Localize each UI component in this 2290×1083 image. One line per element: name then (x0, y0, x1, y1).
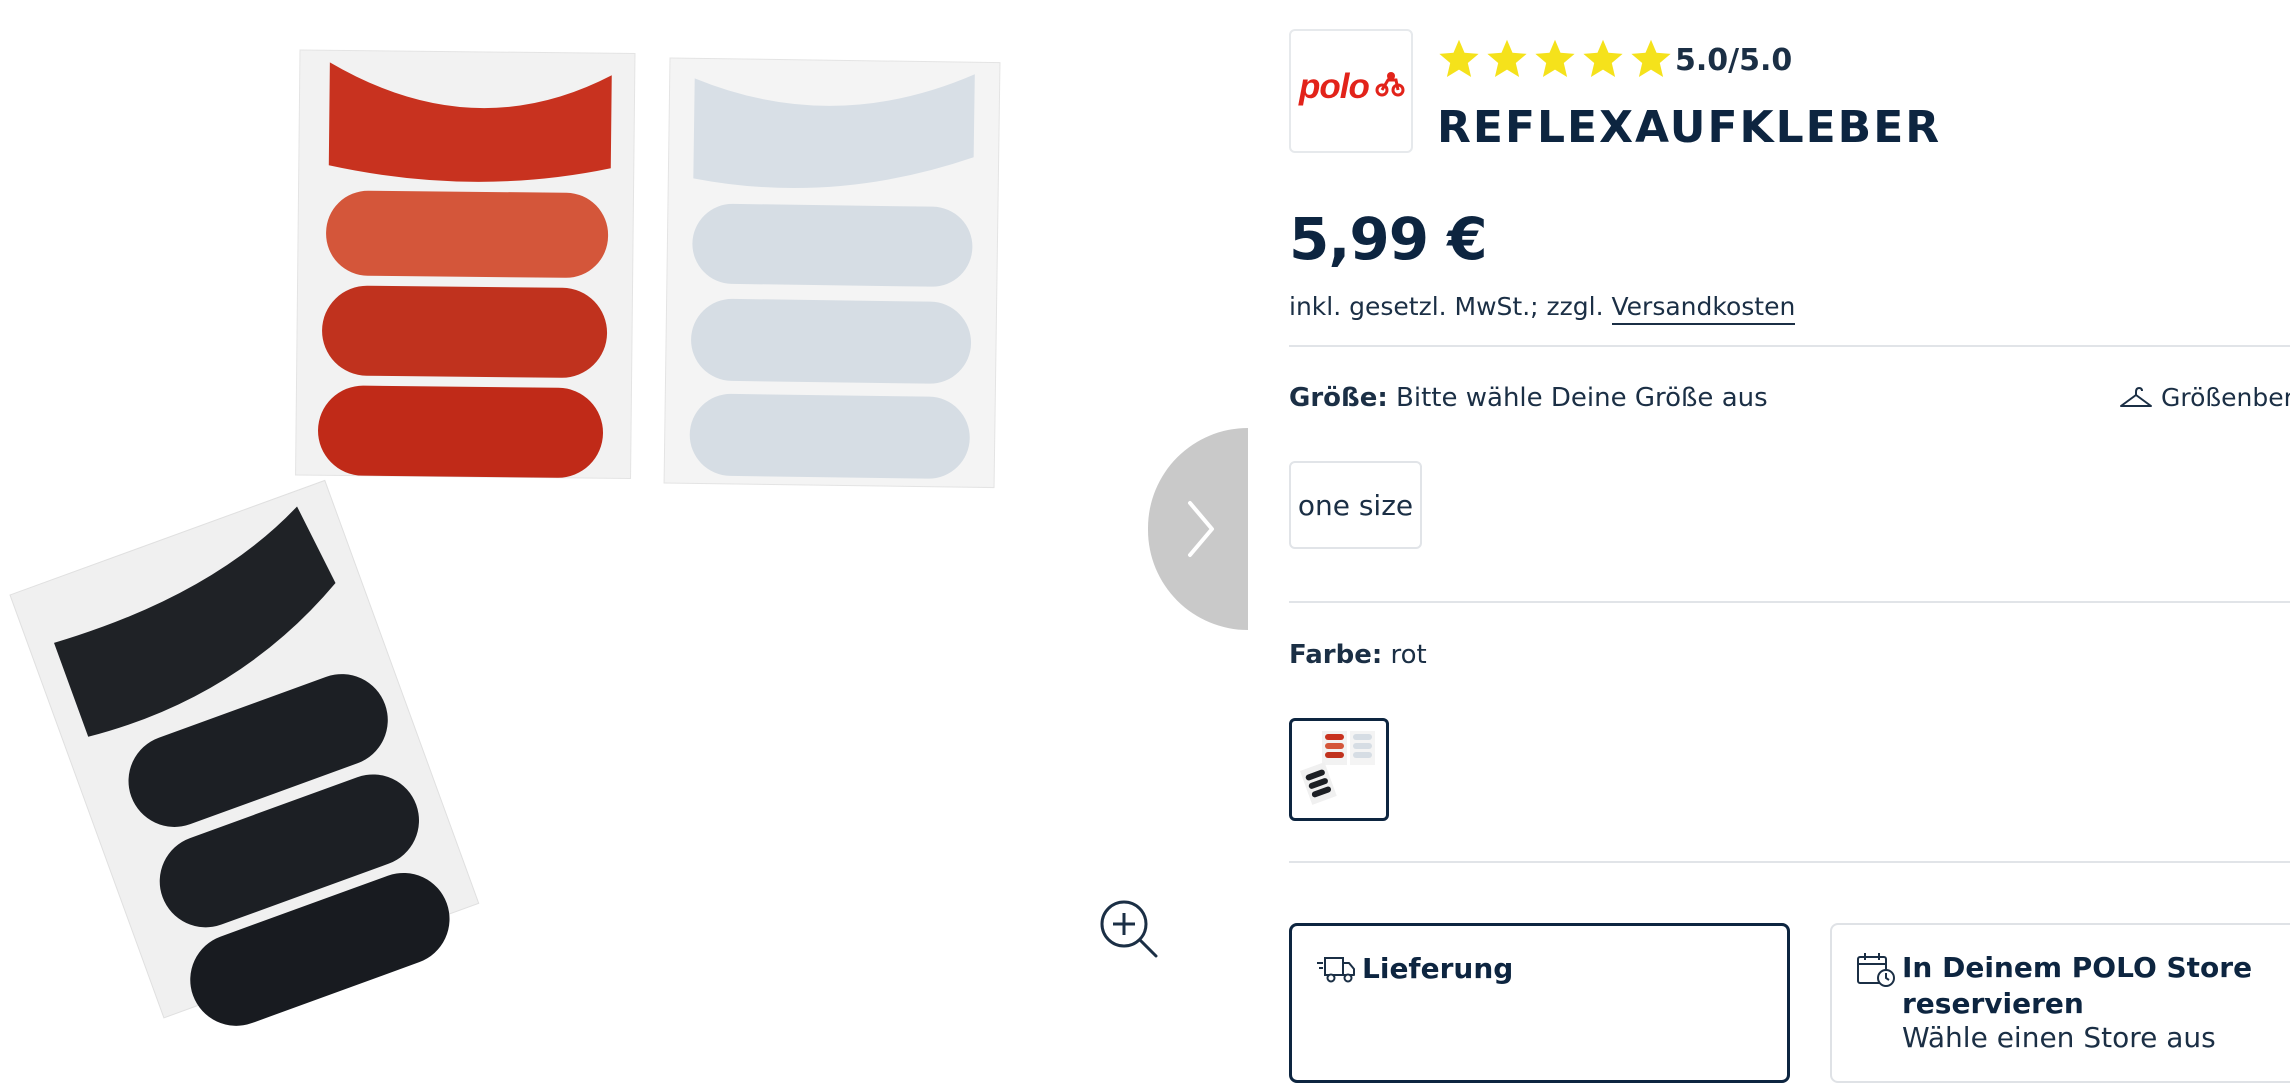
size-selector-label: Größe: Bitte wähle Deine Größe aus (1289, 383, 1768, 413)
product-image[interactable] (0, 0, 1250, 1064)
star-icon (1631, 39, 1671, 77)
product-title: REFLEXAUFKLEBER (1437, 102, 1942, 153)
tax-note: inkl. gesetzl. MwSt.; zzgl. Versandkoste… (1289, 292, 1796, 325)
zoom-in-icon (1100, 900, 1158, 958)
color-swatch-rot[interactable] (1289, 718, 1389, 821)
star-icon (1535, 39, 1575, 77)
store-select-prompt: Wähle einen Store aus (1902, 1021, 2216, 1054)
hanger-icon (2120, 386, 2152, 407)
product-info: polo 5.0/5.0 REFLEXAUFKLEBER 5,99 € inkl… (1289, 0, 2290, 1083)
divider (1289, 345, 2290, 347)
delivery-truck-icon (1317, 957, 1355, 983)
store-reservation-title: In Deinem POLO Store reservieren (1902, 951, 2253, 1020)
size-label: Größe: (1289, 383, 1388, 413)
star-icon (1487, 39, 1527, 77)
brand-logo[interactable]: polo (1289, 29, 1413, 153)
product-gallery (0, 0, 1250, 1064)
rating-stars[interactable] (1437, 37, 1673, 81)
brand-logo-text: polo (1299, 67, 1370, 106)
tax-note-text: inkl. gesetzl. MwSt.; zzgl. (1289, 292, 1604, 321)
size-guide-label: Größenberater (2161, 383, 2290, 412)
size-guide-link[interactable]: Größenberater (2119, 383, 2290, 412)
divider (1289, 601, 2290, 603)
color-value: rot (1390, 640, 1427, 670)
divider (1289, 861, 2290, 863)
motorbike-icon (1375, 72, 1405, 97)
star-icon (1439, 39, 1479, 77)
delivery-title: Lieferung (1362, 952, 1514, 985)
star-icon (1583, 39, 1623, 77)
zoom-button[interactable] (1098, 898, 1160, 960)
shipping-costs-link[interactable]: Versandkosten (1611, 292, 1796, 325)
size-option-one-size[interactable]: one size (1289, 461, 1422, 549)
rating-score[interactable]: 5.0/5.0 (1675, 43, 1792, 78)
chevron-right-icon (1188, 501, 1214, 557)
product-price: 5,99 € (1289, 205, 1488, 273)
calendar-clock-icon (1857, 953, 1895, 987)
size-prompt: Bitte wähle Deine Größe aus (1396, 383, 1768, 413)
color-selector-label: Farbe: rot (1289, 640, 1427, 670)
color-swatch-thumbnail (1300, 731, 1375, 805)
delivery-option-card[interactable]: Lieferung (1289, 923, 1790, 1083)
store-reservation-card[interactable]: In Deinem POLO Store reservieren Wähle e… (1830, 923, 2290, 1083)
color-label: Farbe: (1289, 640, 1383, 670)
